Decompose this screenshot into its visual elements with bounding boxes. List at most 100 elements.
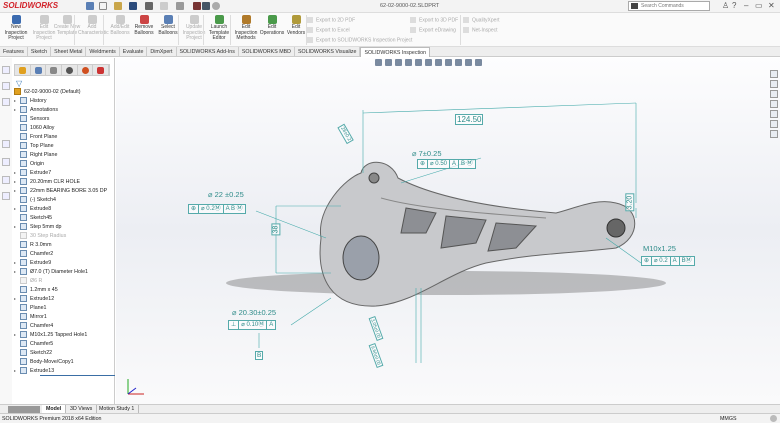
tree-item[interactable]: Right Plane [14,150,57,159]
help-button[interactable]: ? [732,1,736,10]
property-manager-tab[interactable] [31,65,47,75]
tree-item[interactable]: Ø6 R [14,276,42,285]
tab-sketch[interactable]: Sketch [28,47,52,57]
tab-solidworks-inspection[interactable]: SOLIDWORKS Inspection [360,47,431,57]
minimize-button[interactable]: – [744,1,748,10]
tree-item[interactable]: 1060 Alloy [14,123,54,132]
units-selector[interactable]: MMGS [720,416,736,422]
hole-7-callout[interactable]: ⌀ 7±0.25 [412,149,441,158]
view-settings-icon[interactable] [475,59,482,66]
save-icon[interactable] [129,2,137,10]
dimension-38[interactable]: 38 [271,223,281,236]
feature-manager-tab[interactable] [15,65,31,75]
tool-icon[interactable] [2,66,10,74]
configuration-manager-tab[interactable] [46,65,63,75]
edit-inspection-methods-button[interactable]: Edit Inspection Methods [232,15,260,42]
tool-icon[interactable] [2,176,10,184]
create-new-template-button[interactable]: Create New Template [53,15,81,36]
previous-view-icon[interactable] [395,59,402,66]
dynamic-annotation-icon[interactable] [415,59,422,66]
thread-callout[interactable]: M10x1.25 [643,244,676,253]
edit-appearance-icon[interactable] [455,59,462,66]
export-excel-button[interactable]: Export to Excel [307,27,350,33]
display-manager-tab[interactable] [78,65,94,75]
resources-icon[interactable] [770,80,778,88]
tree-item[interactable]: ▸ M10x1.25 Tapped Hole1 [14,330,87,339]
export-3d-pdf-button[interactable]: Export to 3D PDF [410,17,458,23]
tree-item[interactable]: 1.2mm x 45 [14,285,58,294]
home-icon[interactable] [770,70,778,78]
bore-20-callout[interactable]: ⌀ 20.30±0.25 [232,308,276,317]
print-icon[interactable] [145,2,153,10]
file-explorer-icon[interactable] [770,100,778,108]
tree-item[interactable]: ▸ Extrude9 [14,258,51,267]
tool-icon[interactable] [2,140,10,148]
new-inspection-project-button[interactable]: New Inspection Project [2,15,30,42]
qualityxpert-button[interactable]: QualityXpert [463,17,500,23]
tree-item[interactable]: Body-Move/Copy1 [14,357,74,366]
tree-item[interactable]: ▸ Annotations [14,105,58,114]
search-commands-input[interactable]: Search Commands [628,1,710,11]
rebuild-icon[interactable] [193,2,201,10]
tree-item[interactable]: Mirror1 [14,312,47,321]
fcf-bore-22[interactable]: ⊕ ⌀ 0.2Ⓜ A B Ⓜ [188,204,246,214]
close-button[interactable]: ✕ [768,1,775,10]
fcf-hole-7[interactable]: ⊕ ⌀ 0.50 A B Ⓜ [417,159,476,169]
net-inspect-button[interactable]: Net-Inspect [463,27,498,33]
select-icon[interactable] [176,2,184,10]
export-inspection-project-button[interactable]: Export to SOLIDWORKS Inspection Project [307,37,412,43]
more-tabs-arrow[interactable] [93,65,110,75]
tool-icon[interactable] [2,98,10,106]
tool-icon[interactable] [2,158,10,166]
file-properties-icon[interactable] [202,2,210,10]
tree-item[interactable]: ▸ 20.20mm CLR HOLE [14,177,80,186]
tree-item[interactable]: Top Plane [14,141,54,150]
tab-features[interactable]: Features [0,47,28,57]
tree-item[interactable]: ▸ Extrude7 [14,168,51,177]
view-orientation-icon[interactable] [425,59,432,66]
dimension-124-50[interactable]: 124.50 [455,114,484,125]
tab-dimxpert[interactable]: DimXpert [147,47,177,57]
export-edrawing-button[interactable]: Export eDrawing [410,27,456,33]
tree-item[interactable]: ▸ Step 5mm dp [14,222,62,231]
tree-item[interactable]: ▸ Extrude13 [14,366,54,375]
tree-item[interactable]: Chamfer5 [14,339,53,348]
undo-icon[interactable] [160,2,168,10]
tree-item[interactable]: Sketch22 [14,348,52,357]
fcf-thread[interactable]: ⊕ ⌀ 0.2 A BⓂ [641,256,695,266]
tab-scroll-arrows[interactable] [8,406,40,413]
tree-item[interactable]: 30 Step Radius [14,231,66,240]
open-icon[interactable] [114,2,122,10]
tree-item[interactable]: Chamfer2 [14,249,53,258]
new-document-icon[interactable] [99,2,107,10]
tree-item[interactable]: Chamfer4 [14,321,53,330]
tree-item[interactable]: ▸ Extrude8 [14,204,51,213]
tab-solidworks-add-ins[interactable]: SOLIDWORKS Add-Ins [177,47,239,57]
options-gear-icon[interactable] [212,2,220,10]
tree-item[interactable]: ▸ History [14,96,46,105]
tab-solidworks-mbd[interactable]: SOLIDWORKS MBD [239,47,295,57]
tab-sheet-metal[interactable]: Sheet Metal [51,47,87,57]
apply-scene-icon[interactable] [465,59,472,66]
restore-button[interactable]: ▭ [755,1,763,10]
display-style-icon[interactable] [435,59,442,66]
home-icon[interactable] [86,2,94,10]
datum-b[interactable]: B [255,351,264,360]
tool-icon[interactable] [2,82,10,90]
section-view-icon[interactable] [405,59,412,66]
rollback-bar[interactable] [40,375,115,376]
tab-evaluate[interactable]: Evaluate [120,47,148,57]
add-characteristic-button[interactable]: Add Characteristic [78,15,109,36]
tree-item[interactable]: Plane1 [14,303,47,312]
tool-icon[interactable] [2,192,10,200]
hide-show-icon[interactable] [445,59,452,66]
design-library-icon[interactable] [770,90,778,98]
tree-item[interactable]: ▸ Ø7.0 (T) Diameter Hole1 [14,267,88,276]
launch-template-editor-button[interactable]: Launch Template Editor [205,15,233,42]
tab-weldments[interactable]: Weldments [86,47,120,57]
tree-item[interactable]: ▸ Extrude12 [14,294,54,303]
fcf-bore-20[interactable]: ⊥ ⌀ 0.10Ⓜ A [228,320,277,330]
dimxpert-manager-tab[interactable] [62,65,78,75]
dimension-3-20[interactable]: 3.20 [625,193,635,212]
tree-item[interactable]: ▸ 22mm BEARING BORE 3.05 DP [14,186,107,195]
